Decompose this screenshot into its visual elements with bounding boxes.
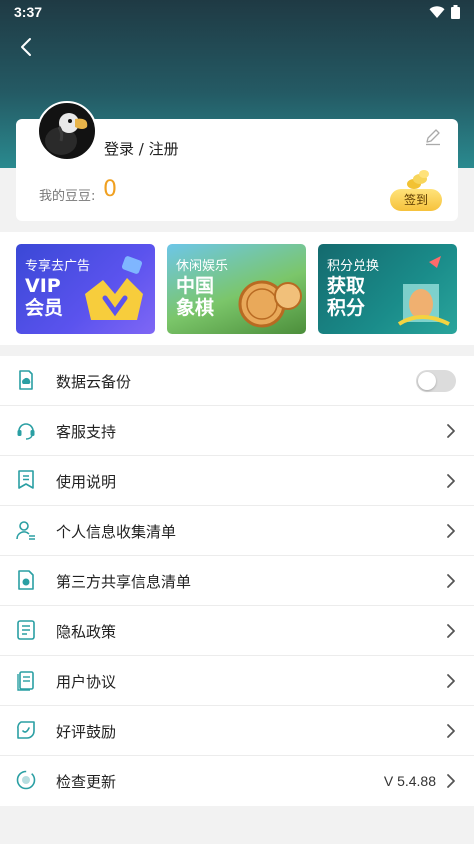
coins-icon	[407, 170, 429, 189]
menu-label: 第三方共享信息清单	[56, 573, 192, 591]
back-arrow-icon	[21, 38, 31, 56]
menu-item-user-agreement[interactable]: 用户协议	[0, 656, 474, 706]
menu-label: 数据云备份	[56, 373, 132, 391]
version-number: V 5.4.88	[383, 773, 436, 789]
agreement-icon	[17, 671, 34, 691]
menu-label: 个人信息收集清单	[56, 523, 177, 541]
wifi-icon	[429, 5, 445, 18]
chess-piece-icon	[238, 280, 302, 328]
chevron-right-icon	[447, 674, 455, 688]
banner-subtitle: 积分兑换	[327, 259, 380, 274]
gift-box-icon	[397, 256, 450, 326]
login-register-link[interactable]: 登录 / 注册	[104, 138, 179, 159]
chevron-right-icon	[447, 724, 455, 738]
status-time: 3:37	[14, 4, 43, 20]
dodo-bird-icon	[45, 113, 88, 155]
chevron-right-icon	[447, 524, 455, 538]
rating-icon	[17, 721, 35, 739]
menu-label: 隐私政策	[56, 623, 117, 641]
points-banner[interactable]: 积分兑换 获取 积分	[318, 244, 457, 334]
toggle-knob	[418, 372, 436, 390]
back-button[interactable]	[14, 34, 40, 60]
chevron-right-icon	[447, 624, 455, 638]
menu-item-cloud-backup[interactable]: 数据云备份	[0, 356, 474, 406]
menu-label: 好评鼓励	[56, 723, 117, 741]
chess-banner[interactable]: 休闲娱乐 中国 象棋	[167, 244, 306, 334]
status-bar: 3:37	[0, 0, 474, 26]
menu-item-rating[interactable]: 好评鼓励	[0, 706, 474, 756]
settings-menu: 数据云备份 客服支持 使用说明 个人信息收集清单 第三方共享信息清单 隐私政策 …	[0, 356, 474, 806]
menu-label: 使用说明	[56, 473, 117, 491]
beans-value: 0	[103, 177, 117, 202]
privacy-icon	[17, 620, 35, 640]
vip-banner[interactable]: 专享去广告 VIP 会员	[16, 244, 155, 334]
menu-label: 客服支持	[56, 423, 117, 441]
menu-label: 用户协议	[56, 673, 117, 691]
menu-item-check-update[interactable]: 检查更新 V 5.4.88	[0, 756, 474, 806]
manual-icon	[18, 470, 34, 489]
beans-label: 我的豆豆:	[39, 189, 96, 204]
battery-icon	[451, 5, 460, 19]
chevron-right-icon	[447, 574, 455, 588]
menu-item-third-party-sharing[interactable]: 第三方共享信息清单	[0, 556, 474, 606]
user-info-icon	[16, 521, 35, 540]
avatar[interactable]	[37, 101, 97, 161]
share-info-icon	[18, 570, 34, 590]
menu-item-privacy[interactable]: 隐私政策	[0, 606, 474, 656]
update-icon	[16, 770, 36, 790]
banner-strip: 专享去广告 VIP 会员 休闲娱乐 中国 象棋 积分兑换 获取 积分	[0, 232, 474, 345]
edit-icon[interactable]	[424, 128, 442, 146]
chevron-right-icon	[447, 424, 455, 438]
headset-icon	[17, 423, 35, 440]
banner-subtitle: 休闲娱乐	[176, 259, 229, 274]
checkin-button[interactable]: 签到	[390, 189, 442, 211]
menu-item-manual[interactable]: 使用说明	[0, 456, 474, 506]
crown-icon	[85, 256, 143, 320]
chevron-right-icon	[447, 774, 455, 788]
cloud-backup-icon	[19, 370, 33, 390]
menu-item-personal-info[interactable]: 个人信息收集清单	[0, 506, 474, 556]
profile-card: 登录 / 注册 我的豆豆: 0 签到	[16, 101, 458, 221]
menu-label: 检查更新	[56, 773, 117, 791]
menu-item-support[interactable]: 客服支持	[0, 406, 474, 456]
cloud-backup-toggle[interactable]	[416, 370, 456, 392]
status-icons	[429, 5, 460, 19]
chevron-right-icon	[447, 474, 455, 488]
